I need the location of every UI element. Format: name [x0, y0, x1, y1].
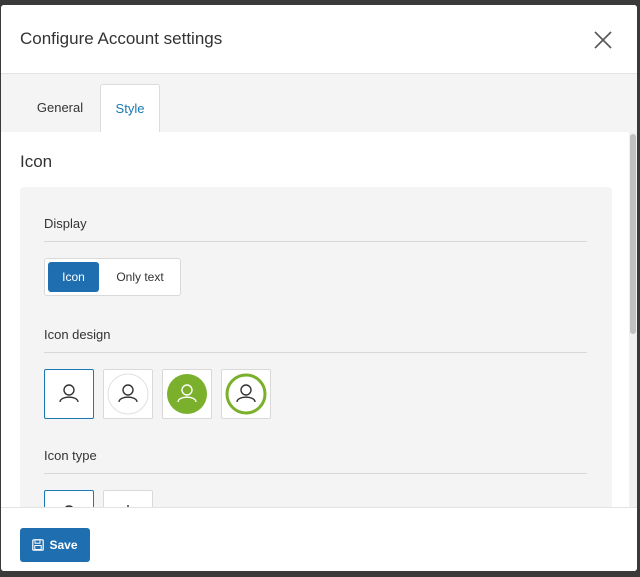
tab-general[interactable]: General: [21, 84, 99, 132]
display-label: Display: [44, 216, 87, 231]
display-only-text-button[interactable]: Only text: [102, 262, 178, 292]
floppy-disk-icon: [32, 539, 45, 551]
icon-design-option-circle[interactable]: [103, 369, 153, 419]
icon-type-option-other[interactable]: [103, 490, 153, 508]
icon-type-option-person[interactable]: [44, 490, 94, 508]
person-icon: [64, 505, 74, 508]
icon-design-option-ring[interactable]: [221, 369, 271, 419]
save-button[interactable]: Save: [20, 528, 90, 562]
scrollbar-thumb[interactable]: [630, 134, 636, 334]
icon-design-option-filled[interactable]: [162, 369, 212, 419]
divider: [44, 241, 587, 242]
tab-style[interactable]: Style: [100, 84, 160, 133]
filled-green-circle-person-icon: [167, 374, 207, 414]
person-alt-icon: [127, 505, 129, 508]
divider: [44, 473, 587, 474]
icon-type-label: Icon type: [44, 448, 97, 463]
icon-settings-panel: Display Icon Only text Icon design Icon …: [20, 187, 612, 508]
tab-bar: General Style: [1, 74, 637, 133]
icon-design-label: Icon design: [44, 327, 111, 342]
divider: [44, 352, 587, 353]
outline-person-icon: [59, 384, 79, 403]
scrollbar[interactable]: [629, 132, 637, 508]
save-label: Save: [49, 538, 78, 552]
section-title: Icon: [20, 152, 53, 171]
display-toggle: Icon Only text: [44, 258, 181, 296]
dialog-header: Configure Account settings: [1, 5, 637, 74]
green-ring-person-icon: [225, 373, 267, 415]
dialog-footer: Save: [1, 507, 637, 571]
display-icon-button[interactable]: Icon: [48, 262, 99, 292]
close-icon[interactable]: [589, 26, 617, 54]
dialog-title: Configure Account settings: [20, 29, 223, 48]
dialog-body: Icon Display Icon Only text Icon design: [1, 132, 637, 508]
configure-dialog: Configure Account settings General Style…: [1, 5, 637, 571]
circle-outline-person-icon: [107, 373, 149, 415]
icon-design-option-outline[interactable]: [44, 369, 94, 419]
